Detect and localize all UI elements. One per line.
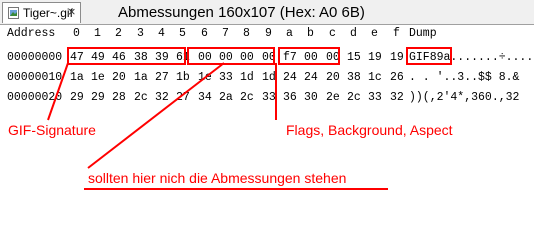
flags-annotation-label: Flags, Background, Aspect bbox=[286, 122, 453, 138]
dimensions-annotation-label: sollten hier nich die Abmessungen stehen bbox=[88, 170, 347, 186]
signature-pointer-line bbox=[47, 62, 69, 121]
signature-annotation-label: GIF-Signature bbox=[8, 122, 96, 138]
dimensions-pointer-line bbox=[87, 62, 225, 169]
